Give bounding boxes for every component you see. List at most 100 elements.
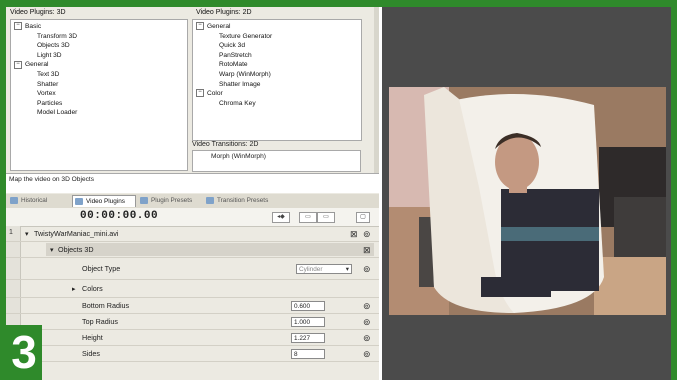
panel_2d-item-label: General <box>207 23 231 30</box>
top-radius-input[interactable]: 1.000 <box>291 317 325 327</box>
transition-presets-icon <box>206 197 214 204</box>
video-plugins-3d-title: Video Plugins: 3D <box>10 9 66 16</box>
panel_2d-item-label: Warp (WinMorph) <box>219 70 271 78</box>
panel_3d-item[interactable]: Light 3D <box>11 51 187 61</box>
panel_2d-item[interactable]: Quick 3d <box>193 41 361 51</box>
zoom-out-button[interactable]: ▭ <box>317 212 335 223</box>
collapse-icon[interactable]: − <box>14 22 22 31</box>
add-keyframe-button[interactable]: ◂◆ <box>272 212 290 223</box>
panel_2d-item-label: PanStretch <box>219 51 252 59</box>
timecode-display: 00:00:00.00 <box>80 210 159 222</box>
top-radius-row: Top Radius 1.000 ⊚ <box>6 314 379 330</box>
panel_2d-item-label: Chroma Key <box>219 99 256 107</box>
height-row: Height 1.227 ⊚ <box>6 330 379 346</box>
top-radius-label: Top Radius <box>82 317 118 326</box>
object-type-row: Object Type Cylinder ▾ ⊚ <box>6 258 379 280</box>
remove-plugin-icon[interactable]: ⊠ <box>363 245 371 255</box>
height-input[interactable]: 1.227 <box>291 333 325 343</box>
bottom-radius-input[interactable]: 0.600 <box>291 301 325 311</box>
panel_2d-item[interactable]: Chroma Key <box>193 99 361 109</box>
top-radius-visibility-icon[interactable]: ⊚ <box>363 317 371 327</box>
expand-colors-icon[interactable]: ▸ <box>72 281 76 297</box>
panel_2d-item-label: RotoMate <box>219 61 248 69</box>
track-row[interactable]: ▾ TwistyWarManiac_mini.avi ⊠ ⊚ <box>6 226 379 242</box>
tab-transition-presets[interactable]: Transition Presets <box>204 195 282 207</box>
historical-icon <box>10 197 18 204</box>
panel_3d-item-label: Vortex <box>37 90 56 98</box>
video-transitions-list: Morph (WinMorph) <box>192 150 361 172</box>
tab-video-plugins[interactable]: Video Plugins <box>72 195 136 207</box>
tab-plugin-presets[interactable]: Plugin Presets <box>138 195 202 207</box>
tab-historical[interactable]: Historical <box>8 195 70 207</box>
zoom-in-button[interactable]: ▭ <box>299 212 317 223</box>
bottom-radius-row: Bottom Radius 0.600 ⊚ <box>6 298 379 314</box>
video-plugins-2d-tree: − General Texture Generator Quick 3d PanStre… <box>192 19 362 141</box>
video-plugins-icon <box>75 198 83 205</box>
bottom-radius-label: Bottom Radius <box>82 301 130 310</box>
panel_3d-item-label: Objects 3D <box>37 42 70 50</box>
panel_3d-item-label: Light 3D <box>37 51 62 59</box>
panel_2d-item[interactable]: Texture Generator <box>193 32 361 42</box>
colors-row[interactable]: ▸ Colors <box>6 280 379 298</box>
panel_2d-item[interactable]: PanStretch <box>193 51 361 61</box>
bottom-radius-visibility-icon[interactable]: ⊚ <box>363 301 371 311</box>
plugin-header-bar <box>46 243 374 256</box>
object-type-label: Object Type <box>82 264 121 273</box>
sides-visibility-icon[interactable]: ⊚ <box>363 349 371 359</box>
panel_3d-item[interactable]: Vortex <box>11 89 187 99</box>
panel_2d-item-label: Texture Generator <box>219 32 273 40</box>
panel_2d-item[interactable]: Shatter Image <box>193 80 361 90</box>
plugin-tabs: Historical Video Plugins Plugin Presets … <box>6 194 379 209</box>
step-number-badge: 3 <box>6 325 42 380</box>
collapse-track-icon[interactable]: ▾ <box>25 226 29 242</box>
timeline-toolbar: 00:00:00.00 ◂◆ ▭ ▭ ▢ <box>6 208 379 227</box>
panel_3d-item[interactable]: Text 3D <box>11 70 187 80</box>
panel_3d-item-label: Shatter <box>37 80 59 88</box>
panel_3d-item[interactable]: Model Loader <box>11 108 187 118</box>
panel_3d-item[interactable]: Particles <box>11 99 187 109</box>
track-visibility-icon[interactable]: ⊚ <box>363 229 371 239</box>
panel_3d-item[interactable]: Shatter <box>11 80 187 90</box>
panel_2d-item[interactable]: − General <box>193 22 361 32</box>
plugin-header-label: Objects 3D <box>58 245 94 254</box>
preview-frame-image <box>389 87 666 315</box>
panel_3d-item-label: Particles <box>37 99 63 107</box>
timeline-options-button[interactable]: ▢ <box>356 212 370 223</box>
sides-row: Sides 8 ⊚ <box>6 346 379 362</box>
panel_3d-item-label: General <box>25 61 49 69</box>
video-transitions-title: Video Transitions: 2D <box>192 141 259 148</box>
panel_3d-item-label: Model Loader <box>37 109 78 117</box>
panel_3d-item[interactable]: − General <box>11 60 187 70</box>
plugins-scrollbar[interactable] <box>374 7 379 182</box>
collapse-icon[interactable]: − <box>14 60 22 69</box>
height-visibility-icon[interactable]: ⊚ <box>363 333 371 343</box>
transition-item-morph[interactable]: Morph (WinMorph) <box>211 153 266 160</box>
panel_2d-item-label: Quick 3d <box>219 42 246 50</box>
panel_3d-item-label: Basic <box>25 23 42 30</box>
video-preview <box>389 87 666 315</box>
panel_2d-item-label: Color <box>207 90 223 98</box>
sides-input[interactable]: 8 <box>291 349 325 359</box>
plugin-header-row[interactable]: ▾ Objects 3D ⊠ <box>6 242 379 258</box>
panel_2d-item-label: Shatter Image <box>219 80 261 88</box>
panel_2d-item[interactable]: − Color <box>193 89 361 99</box>
collapse-plugin-icon[interactable]: ▾ <box>50 242 54 258</box>
object-type-visibility-icon[interactable]: ⊚ <box>363 264 371 274</box>
collapse-icon[interactable]: − <box>196 89 204 98</box>
panel_2d-item[interactable]: RotoMate <box>193 60 361 70</box>
plugin-description: Map the video on 3D Objects <box>6 173 379 193</box>
panel_2d-item[interactable]: Warp (WinMorph) <box>193 70 361 80</box>
panel_3d-item-label: Transform 3D <box>37 32 78 40</box>
plugin-presets-icon <box>140 197 148 204</box>
panel_3d-item[interactable]: Transform 3D <box>11 32 187 42</box>
sides-label: Sides <box>82 349 100 358</box>
video-plugins-3d-tree: − Basic Transform 3D Objects 3D Light 3D − Gen… <box>10 19 188 171</box>
panel_3d-item[interactable]: − Basic <box>11 22 187 32</box>
height-label: Height <box>82 333 103 342</box>
editor-panel: Video Plugins: 3D − Basic Transform 3D Obje… <box>6 7 379 380</box>
track-settings-icon[interactable]: ⊠ <box>350 229 358 239</box>
chevron-down-icon: ▾ <box>345 266 349 273</box>
object-type-select[interactable]: Cylinder ▾ <box>296 264 352 274</box>
panel_3d-item[interactable]: Objects 3D <box>11 41 187 51</box>
collapse-icon[interactable]: − <box>196 22 204 31</box>
